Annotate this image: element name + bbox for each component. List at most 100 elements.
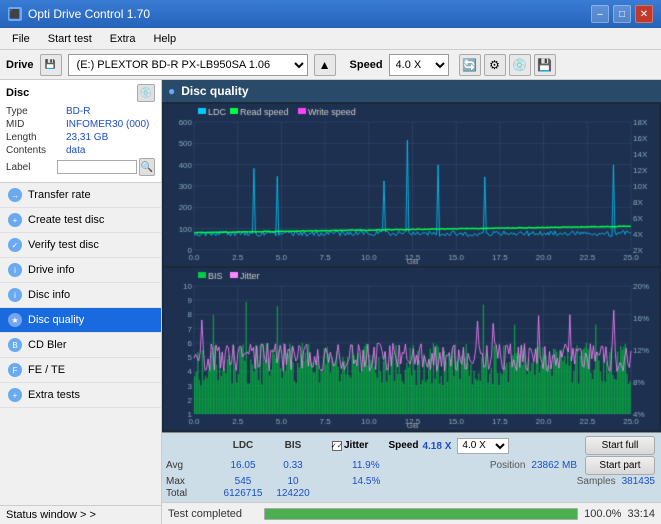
sidebar-item-verify-test-disc[interactable]: ✓ Verify test disc <box>0 233 161 258</box>
app-icon: ⬛ <box>8 7 22 21</box>
extra-tests-icon: + <box>8 388 22 402</box>
sidebar-item-label: CD Bler <box>28 339 67 351</box>
window-controls: – □ ✕ <box>591 5 653 23</box>
progress-status: Test completed <box>168 508 258 520</box>
disc-length-label: Length <box>6 132 66 143</box>
status-window-label: Status window > > <box>6 509 96 521</box>
charts-container <box>162 102 661 432</box>
menu-extra[interactable]: Extra <box>102 31 144 47</box>
speed-select[interactable]: 4.0 X 2.0 X 8.0 X <box>389 54 449 76</box>
progress-percent: 100.0% <box>584 508 621 520</box>
samples-label: Samples <box>577 476 616 487</box>
maximize-button[interactable]: □ <box>613 5 631 23</box>
progress-track <box>264 508 578 520</box>
disc-contents-row: Contents data <box>6 145 155 156</box>
stats-ldc-header: LDC <box>218 440 268 451</box>
speed-header: Speed <box>388 440 418 451</box>
stats-headers: LDC BIS ✓ Jitter Speed 4.18 X 4.0 X 2.0 … <box>166 436 655 455</box>
total-bis-val: 124220 <box>268 488 318 499</box>
disc-length-val: 23,31 GB <box>66 132 155 143</box>
eject-button[interactable]: ▲ <box>314 54 336 76</box>
sidebar-item-fe-te[interactable]: F FE / TE <box>0 358 161 383</box>
save-button[interactable]: 💾 <box>534 54 556 76</box>
sidebar-item-disc-quality[interactable]: ★ Disc quality <box>0 308 161 333</box>
disc-quality-icon: ★ <box>8 313 22 327</box>
disc-label-input[interactable] <box>57 160 137 174</box>
sidebar-item-label: Drive info <box>28 264 74 276</box>
sidebar-item-label: Create test disc <box>28 214 104 226</box>
disc-panel-title: Disc <box>6 87 29 99</box>
sidebar: Disc 💿 Type BD-R MID INFOMER30 (000) Len… <box>0 80 162 524</box>
disc-contents-label: Contents <box>6 145 66 156</box>
fe-te-icon: F <box>8 363 22 377</box>
menu-start-test[interactable]: Start test <box>40 31 100 47</box>
avg-jitter-val: 11.9% <box>352 460 380 471</box>
sidebar-item-cd-bler[interactable]: B CD Bler <box>0 333 161 358</box>
sidebar-item-label: Disc info <box>28 289 70 301</box>
sidebar-item-label: Extra tests <box>28 389 80 401</box>
disc-type-row: Type BD-R <box>6 106 155 117</box>
disc-length-row: Length 23,31 GB <box>6 132 155 143</box>
start-full-button[interactable]: Start full <box>585 436 655 455</box>
avg-bis-val: 0.33 <box>268 460 318 471</box>
menu-help[interactable]: Help <box>145 31 184 47</box>
disc-type-label: Type <box>6 106 66 117</box>
drive-icon: 💾 <box>40 54 62 76</box>
disc-mid-row: MID INFOMER30 (000) <box>6 119 155 130</box>
stats-avg-row: Avg 16.05 0.33 11.9% Position 23862 MB S… <box>166 456 655 475</box>
title-bar: ⬛ Opti Drive Control 1.70 – □ ✕ <box>0 0 661 28</box>
progress-bar-container: Test completed 100.0% 33:14 <box>162 502 661 524</box>
transfer-rate-icon: → <box>8 188 22 202</box>
start-part-button[interactable]: Start part <box>585 456 655 475</box>
sidebar-item-disc-info[interactable]: i Disc info <box>0 283 161 308</box>
sidebar-item-label: Verify test disc <box>28 239 99 251</box>
close-button[interactable]: ✕ <box>635 5 653 23</box>
max-jitter-val: 14.5% <box>352 476 380 487</box>
menu-file[interactable]: File <box>4 31 38 47</box>
speed-label: Speed <box>350 59 383 71</box>
progress-time: 33:14 <box>627 508 655 520</box>
speed-value: 4.18 X <box>422 441 451 452</box>
chart-top <box>164 104 659 266</box>
disc-info-icon: i <box>8 288 22 302</box>
progress-fill <box>265 509 577 519</box>
status-window-btn[interactable]: Status window > > <box>0 505 161 524</box>
total-ldc-val: 6126715 <box>218 488 268 499</box>
sidebar-item-extra-tests[interactable]: + Extra tests <box>0 383 161 408</box>
app-title: Opti Drive Control 1.70 <box>28 7 150 21</box>
disc-mid-label: MID <box>6 119 66 130</box>
sidebar-item-create-test-disc[interactable]: + Create test disc <box>0 208 161 233</box>
avg-label: Avg <box>166 460 218 471</box>
disc-panel-icon-btn[interactable]: 💿 <box>137 84 155 102</box>
verify-test-disc-icon: ✓ <box>8 238 22 252</box>
stats-total-row: Total 6126715 124220 <box>166 488 655 499</box>
stats-area: LDC BIS ✓ Jitter Speed 4.18 X 4.0 X 2.0 … <box>162 432 661 502</box>
create-test-disc-icon: + <box>8 213 22 227</box>
disc-mid-val: INFOMER30 (000) <box>66 119 155 130</box>
disc-panel-header: Disc 💿 <box>6 84 155 102</box>
samples-val: 381435 <box>622 476 655 487</box>
main-layout: Disc 💿 Type BD-R MID INFOMER30 (000) Len… <box>0 80 661 524</box>
speed-dropdown[interactable]: 4.0 X 2.0 X <box>457 438 509 454</box>
position-val: 23862 MB <box>531 460 577 471</box>
minimize-button[interactable]: – <box>591 5 609 23</box>
disc-label-search-btn[interactable]: 🔍 <box>139 158 155 176</box>
drive-info-icon: i <box>8 263 22 277</box>
sidebar-item-transfer-rate[interactable]: → Transfer rate <box>0 183 161 208</box>
sidebar-item-label: Transfer rate <box>28 189 91 201</box>
disc-label-label: Label <box>6 162 57 173</box>
refresh-button[interactable]: 🔄 <box>459 54 481 76</box>
disc-panel: Disc 💿 Type BD-R MID INFOMER30 (000) Len… <box>0 80 161 183</box>
disc-button[interactable]: 💿 <box>509 54 531 76</box>
settings-button[interactable]: ⚙ <box>484 54 506 76</box>
toolbar-icons: 🔄 ⚙ 💿 💾 <box>459 54 556 76</box>
max-bis-val: 10 <box>268 476 318 487</box>
content-header: ● Disc quality <box>162 80 661 102</box>
content-title: Disc quality <box>181 84 248 98</box>
sidebar-item-label: FE / TE <box>28 364 65 376</box>
sidebar-item-drive-info[interactable]: i Drive info <box>0 258 161 283</box>
position-label: Position <box>490 460 526 471</box>
max-label: Max <box>166 476 218 487</box>
jitter-checkbox[interactable]: ✓ <box>332 441 342 451</box>
drive-select[interactable]: (E:) PLEXTOR BD-R PX-LB950SA 1.06 <box>68 54 308 76</box>
